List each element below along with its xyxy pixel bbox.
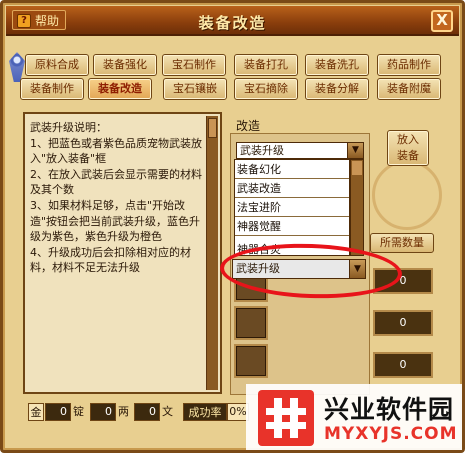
tab-equipment-punch[interactable]: 装备打孔	[234, 54, 298, 76]
success-rate-label: 成功率	[183, 403, 227, 421]
dropdown-selected-value: 武装升级	[240, 144, 284, 157]
taiji-emblem-icon	[372, 160, 442, 230]
dropdown-option[interactable]: 武装改造	[235, 179, 349, 198]
copper-value: 0	[134, 403, 160, 421]
instructions-scrollbar[interactable]	[206, 116, 218, 390]
ingot-unit: 锭	[73, 405, 84, 418]
tab-equipment-enchant[interactable]: 装备附魔	[377, 78, 441, 100]
wen-unit: 文	[162, 405, 173, 418]
tab-equipment-decompose[interactable]: 装备分解	[305, 78, 369, 100]
instructions-text: 武装升级说明： 1、把蓝色或者紫色品质宠物武装放入"放入装备"框 2、在放入武装…	[30, 121, 202, 275]
material-qty: 0	[373, 352, 433, 378]
instructions-scroll-thumb[interactable]	[208, 118, 217, 138]
gold-label: 金	[28, 403, 44, 421]
dropdown-scroll-thumb[interactable]	[352, 161, 362, 175]
tab-equipment-reroll-hole[interactable]: 装备洗孔	[305, 54, 369, 76]
chevron-down-icon[interactable]: ▼	[347, 143, 363, 158]
dropdown-option[interactable]: 装备幻化	[235, 160, 349, 179]
material-slot[interactable]	[234, 344, 268, 378]
dropdown-scrollbar[interactable]	[350, 159, 364, 256]
dropdown-options-list: 装备幻化 武装改造 法宝进阶 神器觉醒 神器合炎	[234, 159, 350, 256]
tab-equipment-enhance[interactable]: 装备强化	[93, 54, 157, 76]
watermark-title: 兴业软件园	[324, 395, 455, 424]
material-qty: 0	[373, 310, 433, 336]
put-in-equipment-button[interactable]: 放入 装备	[387, 130, 429, 166]
tab-material-synthesis[interactable]: 原料合成	[25, 54, 89, 76]
dropdown-option[interactable]: 法宝进阶	[235, 198, 349, 217]
dropdown-option[interactable]: 神器觉醒	[235, 217, 349, 236]
instructions-panel: 武装升级说明： 1、把蓝色或者紫色品质宠物武装放入"放入装备"框 2、在放入武装…	[23, 112, 222, 394]
silver-value: 0	[90, 403, 116, 421]
watermark-url: MYXYJS.COM	[324, 424, 458, 444]
modify-section-label: 改造	[236, 119, 261, 133]
material-slot[interactable]	[234, 306, 268, 340]
tab-gem-crafting[interactable]: 宝石制作	[162, 54, 226, 76]
tab-equipment-modify[interactable]: 装备改造	[88, 78, 152, 100]
watermark-logo-icon	[258, 390, 314, 446]
close-button[interactable]: X	[431, 10, 453, 32]
tab-gem-inlay[interactable]: 宝石镶嵌	[163, 78, 227, 100]
tab-gem-remove[interactable]: 宝石摘除	[234, 78, 298, 100]
modify-type-dropdown[interactable]: 武装升级 ▼	[236, 142, 364, 159]
required-quantity-button[interactable]: 所需数量	[370, 233, 434, 253]
tael-unit: 两	[118, 405, 129, 418]
window-title: 装备改造	[198, 14, 267, 32]
tab-equipment-crafting[interactable]: 装备制作	[20, 78, 84, 100]
tab-potion-crafting[interactable]: 药品制作	[377, 54, 441, 76]
gold-value: 0	[45, 403, 71, 421]
site-watermark: 兴业软件园 MYXYJS.COM	[246, 384, 462, 450]
title-bar[interactable]: ? 帮助 装备改造 X	[6, 6, 459, 36]
